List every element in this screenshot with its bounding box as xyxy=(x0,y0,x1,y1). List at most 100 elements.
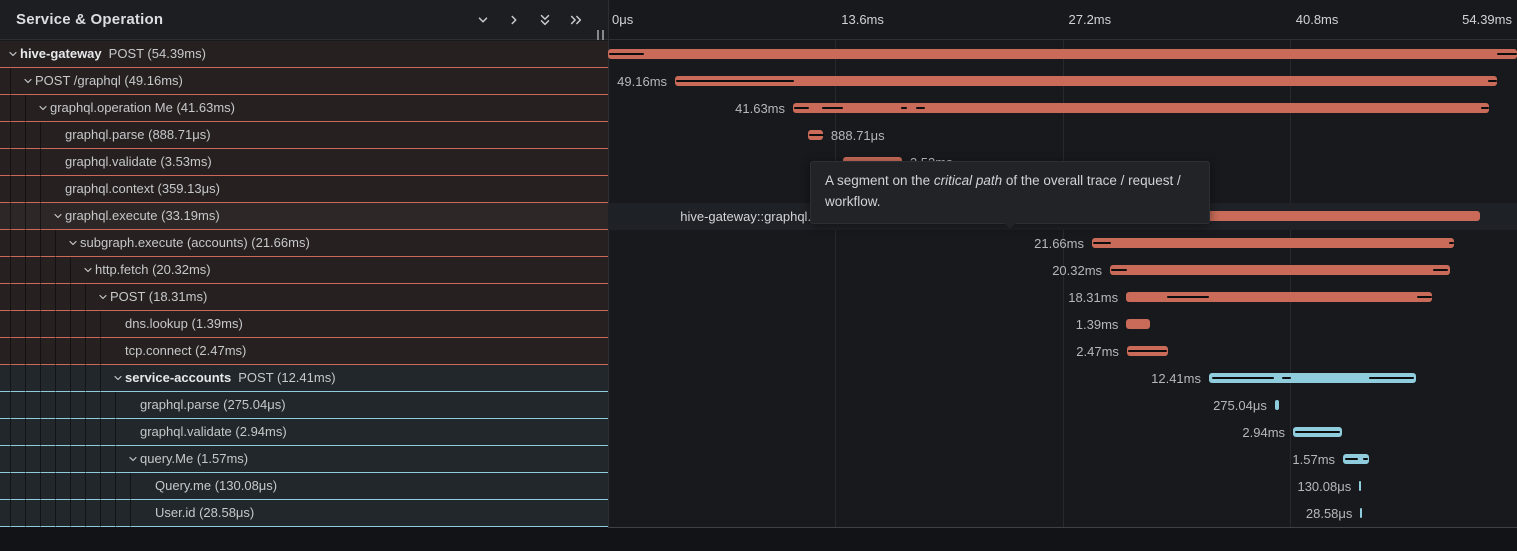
indent-guide xyxy=(25,149,26,176)
critical-path-segment[interactable] xyxy=(1488,80,1497,82)
chevron-right-icon xyxy=(507,13,521,27)
chevron-down-icon[interactable] xyxy=(97,291,109,303)
indent-guide xyxy=(25,338,26,365)
chevron-down-icon[interactable] xyxy=(7,48,19,60)
chevron-down-icon[interactable] xyxy=(82,264,94,276)
indent-guide xyxy=(40,500,41,527)
critical-path-segment[interactable] xyxy=(1481,107,1489,109)
critical-path-segment[interactable] xyxy=(1433,269,1448,271)
expand-all-button[interactable] xyxy=(537,12,553,28)
span-tree-row[interactable]: graphql.execute (33.19ms) xyxy=(0,203,608,230)
span-duration-label: 21.66ms xyxy=(1034,236,1084,251)
span-tree-row[interactable]: subgraph.execute (accounts) (21.66ms) xyxy=(0,230,608,257)
indent-guide xyxy=(40,230,41,257)
span-duration-bar[interactable] xyxy=(1126,292,1432,302)
critical-path-segment[interactable] xyxy=(809,134,824,136)
critical-path-segment[interactable] xyxy=(609,53,644,55)
collapse-one-button[interactable] xyxy=(506,12,522,28)
critical-path-segment[interactable] xyxy=(1369,377,1414,379)
span-duration-bar[interactable] xyxy=(1275,400,1280,410)
span-duration-label: 18.31ms xyxy=(1068,290,1118,305)
chevron-down-icon[interactable] xyxy=(112,372,124,384)
span-duration-bar[interactable] xyxy=(1126,319,1149,329)
collapse-all-button[interactable] xyxy=(568,12,584,28)
service-name: service-accounts xyxy=(125,370,231,385)
span-bar-row: 12.41ms xyxy=(608,365,1517,392)
indent-guide xyxy=(55,473,56,500)
critical-path-segment[interactable] xyxy=(1282,377,1291,379)
span-tree-row[interactable]: POST (18.31ms) xyxy=(0,284,608,311)
span-tree-row[interactable]: hive-gatewayPOST (54.39ms) xyxy=(0,41,608,68)
indent-guide xyxy=(25,392,26,419)
indent-guide xyxy=(25,500,26,527)
critical-path-segment[interactable] xyxy=(1417,296,1432,298)
indent-guide xyxy=(55,284,56,311)
indent-guide xyxy=(130,473,131,500)
chevron-down-icon[interactable] xyxy=(67,237,79,249)
critical-path-segment[interactable] xyxy=(1345,458,1359,460)
critical-path-segment[interactable] xyxy=(1093,242,1111,244)
chevron-down-icon[interactable] xyxy=(22,75,34,87)
span-duration-bar[interactable] xyxy=(1359,481,1361,491)
span-duration-bar[interactable] xyxy=(1110,265,1450,275)
critical-path-segment[interactable] xyxy=(794,107,809,109)
span-tree-row[interactable]: graphql.parse (888.71μs) xyxy=(0,122,608,149)
span-duration-bar[interactable] xyxy=(1209,373,1416,383)
span-tree-row[interactable]: Query.me (130.08μs) xyxy=(0,473,608,500)
indent-guide xyxy=(25,203,26,230)
critical-path-segment[interactable] xyxy=(916,107,925,109)
critical-path-segment[interactable] xyxy=(1212,377,1274,379)
span-tree-row[interactable]: query.Me (1.57ms) xyxy=(0,446,608,473)
indent-guide xyxy=(70,500,71,527)
span-tree-row[interactable]: graphql.operation Me (41.63ms) xyxy=(0,95,608,122)
span-label: POST (18.31ms) xyxy=(110,289,207,304)
span-duration-bar[interactable] xyxy=(793,103,1489,113)
critical-path-segment[interactable] xyxy=(1111,269,1127,271)
span-tree-row[interactable]: graphql.parse (275.04μs) xyxy=(0,392,608,419)
critical-path-segment[interactable] xyxy=(822,107,843,109)
critical-path-segment[interactable] xyxy=(1497,53,1517,55)
span-tree-row[interactable]: POST /graphql (49.16ms) xyxy=(0,68,608,95)
span-tree-row[interactable]: graphql.context (359.13μs) xyxy=(0,176,608,203)
span-duration-bar[interactable] xyxy=(608,49,1517,59)
span-label: dns.lookup (1.39ms) xyxy=(125,316,243,331)
indent-guide xyxy=(25,365,26,392)
critical-path-segment[interactable] xyxy=(1128,350,1167,352)
double-chevron-right-icon xyxy=(569,13,583,27)
span-tree-row[interactable]: graphql.validate (2.94ms) xyxy=(0,419,608,446)
span-duration-bar[interactable] xyxy=(1343,454,1369,464)
critical-path-segment[interactable] xyxy=(1295,431,1340,433)
critical-path-segment[interactable] xyxy=(901,107,907,109)
span-label: query.Me (1.57ms) xyxy=(140,451,248,466)
span-duration-bar[interactable] xyxy=(1092,238,1454,248)
expand-one-button[interactable] xyxy=(475,12,491,28)
span-tree-row[interactable]: User.id (28.58μs) xyxy=(0,500,608,527)
span-tree-row[interactable]: dns.lookup (1.39ms) xyxy=(0,311,608,338)
critical-path-segment[interactable] xyxy=(1363,458,1368,460)
span-duration-label: 1.39ms xyxy=(1076,317,1119,332)
span-duration-bar[interactable] xyxy=(1360,508,1362,518)
chevron-down-icon[interactable] xyxy=(52,210,64,222)
indent-guide xyxy=(10,176,11,203)
span-duration-bar[interactable] xyxy=(675,76,1497,86)
footer-strip xyxy=(0,527,1517,551)
span-duration-bar[interactable] xyxy=(808,130,823,140)
indent-guide xyxy=(55,338,56,365)
span-duration-bar[interactable] xyxy=(1293,427,1342,437)
indent-guide xyxy=(10,149,11,176)
critical-path-segment[interactable] xyxy=(1167,296,1209,298)
critical-path-segment[interactable] xyxy=(1449,242,1454,244)
chevron-down-icon[interactable] xyxy=(37,102,49,114)
indent-guide xyxy=(55,446,56,473)
span-label: graphql.validate (2.94ms) xyxy=(140,424,287,439)
span-bar-row: 20.32ms xyxy=(608,257,1517,284)
chevron-down-icon[interactable] xyxy=(127,453,139,465)
panel-resize-grip[interactable] xyxy=(597,27,611,38)
critical-path-segment[interactable] xyxy=(676,80,794,82)
span-tree-row[interactable]: graphql.validate (3.53ms) xyxy=(0,149,608,176)
span-tree-row[interactable]: http.fetch (20.32ms) xyxy=(0,257,608,284)
span-duration-bar[interactable] xyxy=(1127,346,1168,356)
operation-name: subgraph.execute (accounts) (21.66ms) xyxy=(80,235,310,250)
span-tree-row[interactable]: tcp.connect (2.47ms) xyxy=(0,338,608,365)
span-tree-row[interactable]: service-accountsPOST (12.41ms) xyxy=(0,365,608,392)
